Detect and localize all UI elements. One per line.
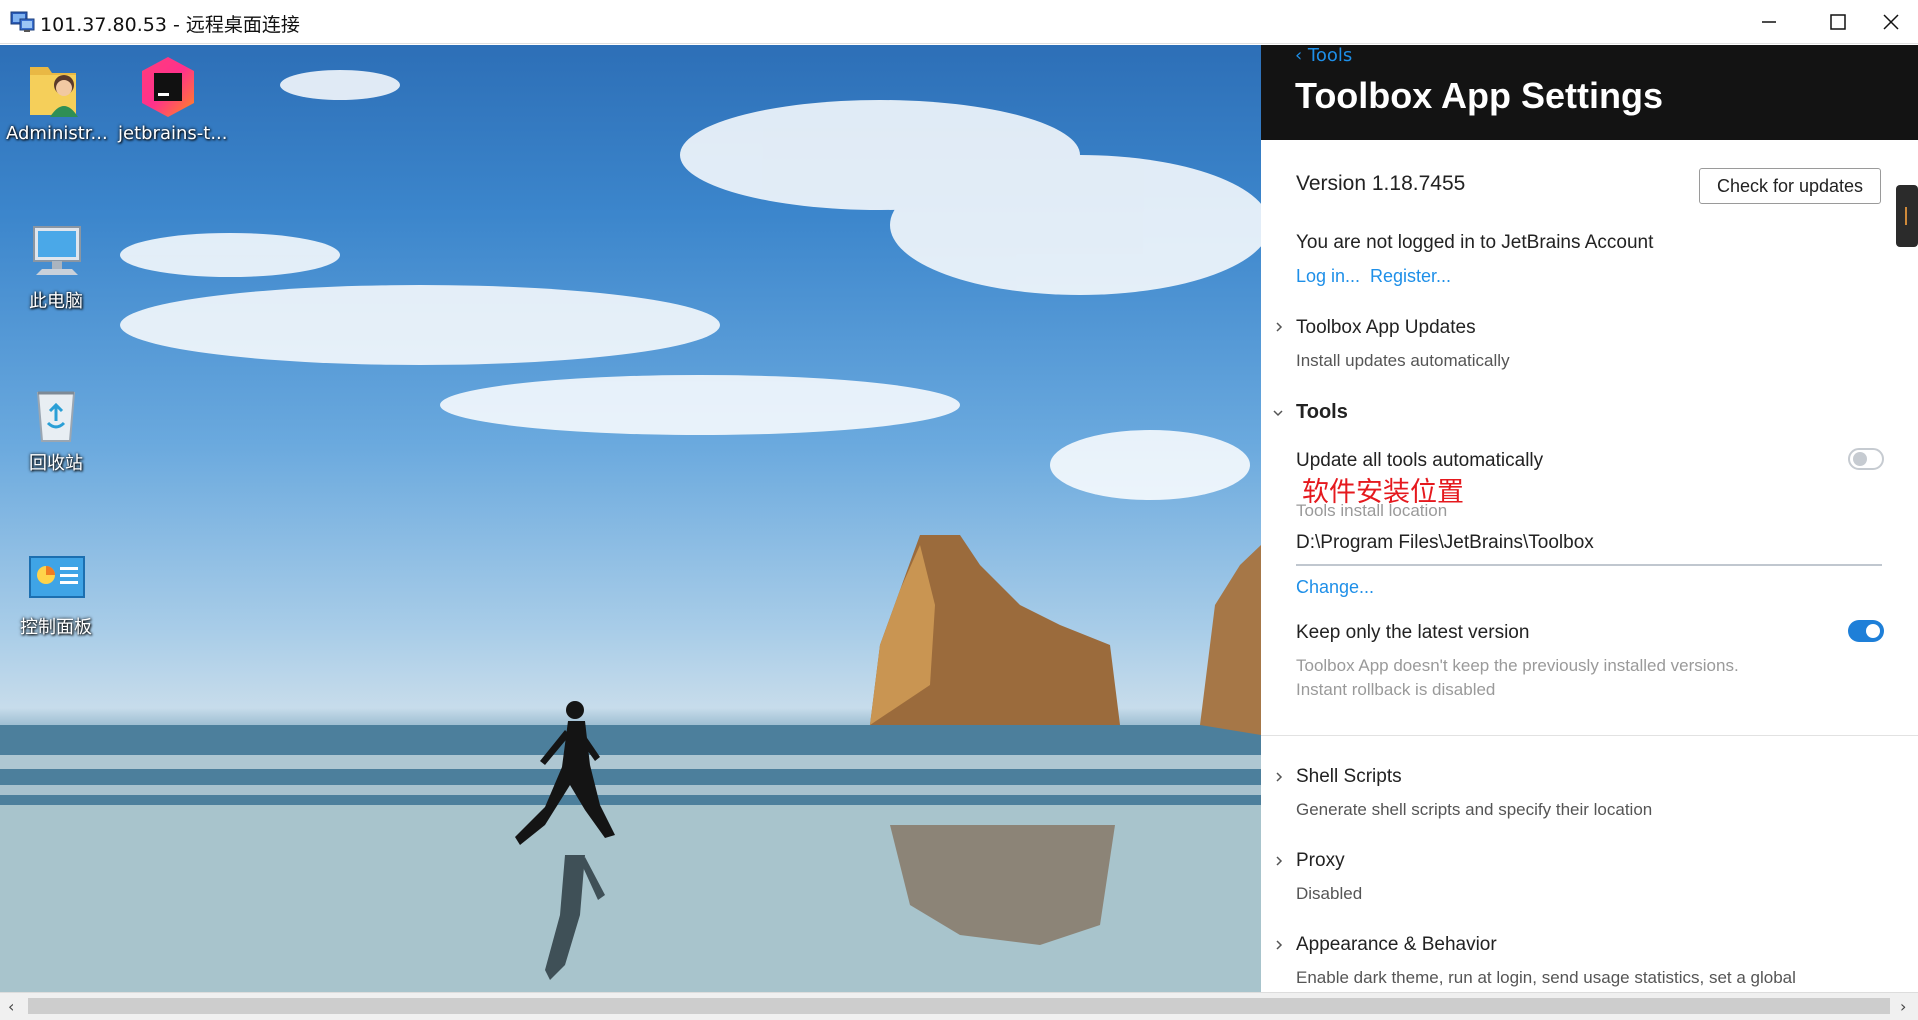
rdp-connection-icon [10, 11, 35, 32]
desktop-icon-label: jetbrains-t... [118, 123, 228, 144]
this-pc-icon [33, 226, 81, 275]
change-location-link[interactable]: Change... [1296, 577, 1374, 598]
back-link-label: Tools [1307, 45, 1353, 66]
desktop-icon-control-panel[interactable]: 控制面板 [6, 545, 106, 639]
check-for-updates-button[interactable]: Check for updates [1699, 168, 1881, 204]
toggle-knob [1853, 452, 1867, 466]
desktop-icon-this-pc[interactable]: 此电脑 [6, 219, 106, 313]
section-title: Proxy [1296, 850, 1345, 871]
grip-icon [1905, 207, 1911, 225]
user-folder-icon [30, 67, 78, 117]
desktop-icon-label: 回收站 [29, 453, 83, 474]
register-link[interactable]: Register... [1370, 266, 1451, 287]
version-label: Version 1.18.7455 [1296, 172, 1466, 195]
desktop-icon-label: Administr... [6, 123, 108, 144]
chevron-right-icon [1276, 940, 1283, 950]
desktop-icon-recycle-bin[interactable]: 回收站 [6, 381, 106, 475]
vertical-scrollbar-thumb[interactable] [1896, 185, 1918, 247]
section-title: Appearance & Behavior [1296, 934, 1497, 955]
account-status: You are not logged in to JetBrains Accou… [1296, 232, 1654, 253]
install-location-field[interactable]: D:\Program Files\JetBrains\Toolbox [1296, 532, 1594, 554]
install-location-label: Tools install location [1296, 501, 1448, 520]
login-link[interactable]: Log in... [1296, 266, 1360, 287]
install-location-underline [1296, 564, 1882, 566]
chevron-down-icon [1273, 410, 1283, 417]
maximize-icon [1830, 14, 1846, 30]
keep-latest-description: Toolbox App doesn't keep the previously … [1296, 656, 1739, 675]
section-title: Toolbox App Updates [1296, 317, 1476, 338]
desktop-icon-label: 控制面板 [20, 617, 92, 638]
horizontal-scrollbar-thumb[interactable] [28, 998, 1890, 1014]
update-all-tools-label: Update all tools automatically [1296, 450, 1544, 471]
control-panel-icon [29, 556, 85, 598]
remote-desktop[interactable]: Administr... jetbrains-t... 此电脑 回收站 控制面板 [0, 45, 1261, 992]
desktop-icon-jetbrains-toolbox[interactable]: jetbrains-t... [118, 55, 228, 144]
chevron-left-icon: ‹ [1295, 45, 1308, 66]
settings-header: ‹ Tools Toolbox App Settings [1261, 45, 1918, 140]
maximize-button[interactable] [1810, 0, 1866, 44]
chevron-right-icon [1276, 322, 1283, 332]
beach-wallpaper [0, 70, 1261, 992]
desktop-icon-label: 此电脑 [29, 291, 83, 312]
title-bar: 101.37.80.53 - 远程桌面连接 [0, 0, 1918, 44]
section-subtitle: Install updates automatically [1296, 351, 1510, 370]
keep-latest-toggle[interactable] [1848, 620, 1884, 642]
toggle-knob [1866, 624, 1880, 638]
scroll-left-icon[interactable]: ‹ [8, 997, 14, 1016]
section-title: Tools [1296, 401, 1348, 423]
section-divider [1261, 735, 1918, 736]
minimize-button[interactable] [1740, 0, 1796, 44]
section-subtitle: Generate shell scripts and specify their… [1296, 800, 1653, 819]
scroll-right-icon[interactable]: › [1900, 997, 1906, 1016]
chevron-right-icon [1276, 856, 1283, 866]
jetbrains-toolbox-icon [142, 57, 194, 117]
keep-latest-label: Keep only the latest version [1296, 622, 1530, 643]
keep-latest-description: Instant rollback is disabled [1296, 680, 1496, 699]
desktop-icon-administrator[interactable]: Administr... [6, 55, 108, 144]
window-title: 101.37.80.53 - 远程桌面连接 [40, 14, 300, 36]
chevron-right-icon [1276, 772, 1283, 782]
close-button[interactable] [1862, 0, 1918, 44]
section-subtitle: Disabled [1296, 884, 1363, 903]
update-all-tools-toggle[interactable] [1848, 448, 1884, 470]
section-subtitle: Enable dark theme, run at login, send us… [1296, 968, 1796, 987]
section-title: Shell Scripts [1296, 766, 1402, 787]
page-title: Toolbox App Settings [1295, 75, 1663, 116]
minimize-icon [1762, 21, 1776, 23]
back-to-tools-link[interactable]: ‹ Tools [1295, 45, 1352, 66]
recycle-bin-icon [36, 391, 76, 442]
close-icon [1883, 14, 1899, 30]
horizontal-scrollbar[interactable]: ‹ › [0, 992, 1918, 1020]
